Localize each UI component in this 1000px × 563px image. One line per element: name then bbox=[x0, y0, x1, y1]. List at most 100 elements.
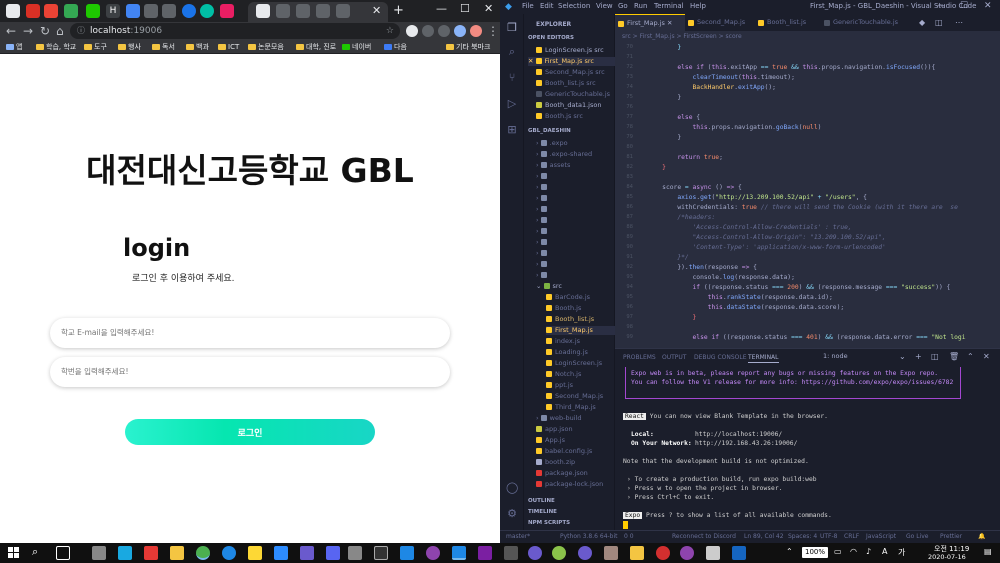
tab-favicon-icon[interactable] bbox=[44, 4, 58, 18]
tab-debug-console[interactable]: DEBUG CONSOLE bbox=[694, 354, 747, 361]
app-icon[interactable] bbox=[400, 546, 414, 560]
search-icon[interactable]: ⌕ bbox=[506, 46, 518, 58]
tab-output[interactable]: OUTPUT bbox=[662, 354, 686, 361]
address-bar[interactable]: ⓘ localhost:19006 ☆ bbox=[70, 23, 400, 39]
python-status[interactable]: Python 3.8.6 64-bit bbox=[560, 533, 618, 540]
app-icon[interactable] bbox=[300, 546, 314, 560]
src-file[interactable]: Notch.js bbox=[546, 370, 581, 379]
tab-favicon-icon[interactable] bbox=[316, 4, 330, 18]
menu-run[interactable]: Run bbox=[634, 2, 647, 10]
tab-favicon-icon[interactable] bbox=[162, 4, 176, 18]
open-editor-item[interactable]: GenericTouchable.js bbox=[536, 90, 610, 99]
app-icon[interactable] bbox=[552, 546, 566, 560]
folder-item[interactable]: › .expo bbox=[536, 139, 568, 148]
new-tab-icon[interactable]: + bbox=[393, 3, 404, 18]
tab-favicon-icon[interactable] bbox=[256, 4, 270, 18]
discord-icon[interactable] bbox=[326, 546, 340, 560]
menu-edit[interactable]: Edit bbox=[540, 2, 554, 10]
folder-item[interactable]: › bbox=[536, 260, 550, 269]
bookmark-item[interactable]: 행사 bbox=[118, 41, 141, 53]
tab-favicon-icon[interactable] bbox=[336, 4, 350, 18]
tab-generic-touchable[interactable]: GenericTouchable.js bbox=[821, 14, 911, 31]
explorer-icon[interactable]: ❐ bbox=[506, 22, 518, 34]
tab-favicon-icon[interactable] bbox=[144, 4, 158, 18]
root-file[interactable]: app.json bbox=[536, 425, 573, 434]
compare-icon[interactable]: ◆ bbox=[919, 18, 925, 27]
menu-file[interactable]: File bbox=[522, 2, 534, 10]
chevron-down-icon[interactable]: ⌄ bbox=[899, 352, 906, 361]
maximize-icon[interactable]: ☐ bbox=[460, 2, 470, 15]
settings-gear-icon[interactable]: ⚙ bbox=[506, 508, 518, 520]
prettier-status[interactable]: Prettier bbox=[940, 533, 962, 540]
tab-favicon-icon[interactable] bbox=[220, 4, 234, 18]
open-editor-item[interactable]: Booth_list.js src bbox=[536, 79, 596, 88]
account-icon[interactable]: ◯ bbox=[506, 482, 518, 494]
root-file[interactable]: babel.config.js bbox=[536, 447, 592, 456]
root-file[interactable]: package-lock.json bbox=[536, 480, 603, 489]
more-actions-icon[interactable]: ⋯ bbox=[955, 18, 963, 27]
tab-booth-list[interactable]: Booth_list.js bbox=[755, 14, 821, 31]
ime-icon[interactable]: 가 bbox=[898, 547, 905, 558]
root-file[interactable]: App.js bbox=[536, 436, 565, 445]
close-window-icon[interactable]: ✕ bbox=[984, 1, 992, 11]
folder-item[interactable]: › assets bbox=[536, 161, 570, 170]
src-file[interactable]: ppt.js bbox=[546, 381, 573, 390]
app-icon[interactable] bbox=[118, 546, 132, 560]
bookmark-item[interactable]: 백과 bbox=[186, 41, 209, 53]
bookmark-item[interactable]: 도구 bbox=[84, 41, 107, 53]
split-editor-icon[interactable]: ◫ bbox=[935, 18, 943, 27]
root-file[interactable]: booth.zip bbox=[536, 458, 575, 467]
bookmark-item[interactable]: 기타 북마크 bbox=[446, 41, 490, 53]
app-icon[interactable] bbox=[630, 546, 644, 560]
tab-favicon-icon[interactable] bbox=[200, 4, 214, 18]
timeline-header[interactable]: TIMELINE bbox=[528, 509, 557, 515]
folder-item[interactable]: › bbox=[536, 216, 550, 225]
extension-icon[interactable] bbox=[422, 25, 434, 37]
maximize-panel-icon[interactable]: ⌃ bbox=[967, 352, 974, 361]
forward-icon[interactable]: → bbox=[23, 24, 33, 38]
outline-header[interactable]: OUTLINE bbox=[528, 498, 555, 504]
folder-item[interactable]: › bbox=[536, 172, 550, 181]
src-file[interactable]: index.js bbox=[546, 337, 580, 346]
open-editor-item[interactable]: ✕ First_Map.js src bbox=[528, 57, 615, 66]
app-icon[interactable] bbox=[348, 546, 362, 560]
cursor-position[interactable]: Ln 89, Col 42 bbox=[744, 533, 784, 540]
student-id-field[interactable] bbox=[50, 357, 450, 387]
source-control-icon[interactable]: ⑂ bbox=[506, 72, 518, 84]
minimize-icon[interactable]: — bbox=[936, 1, 945, 11]
folder-item[interactable]: › .expo-shared bbox=[536, 150, 592, 159]
menu-view[interactable]: View bbox=[596, 2, 613, 10]
maximize-icon[interactable]: ☐ bbox=[960, 1, 968, 11]
terminal-icon[interactable] bbox=[374, 546, 388, 560]
wifi-icon[interactable]: ◠ bbox=[850, 547, 857, 556]
task-view-icon[interactable] bbox=[56, 546, 70, 560]
app-icon[interactable] bbox=[528, 546, 542, 560]
app-icon[interactable] bbox=[578, 546, 592, 560]
src-file[interactable]: Booth_list.js bbox=[546, 315, 594, 324]
tab-favicon-icon[interactable] bbox=[276, 4, 290, 18]
tab-favicon-icon[interactable]: H bbox=[106, 4, 120, 18]
src-file[interactable]: BarCode.js bbox=[546, 293, 590, 302]
src-file[interactable]: Third_Map.js bbox=[546, 403, 596, 412]
extensions-icon[interactable]: ⊞ bbox=[506, 124, 518, 136]
app-icon[interactable] bbox=[504, 546, 518, 560]
info-icon[interactable]: ⓘ bbox=[77, 23, 85, 39]
menu-terminal[interactable]: Terminal bbox=[654, 2, 684, 10]
npm-scripts-header[interactable]: NPM SCRIPTS bbox=[528, 520, 570, 526]
folder-src[interactable]: ⌄ src bbox=[536, 282, 562, 291]
app-icon[interactable] bbox=[656, 546, 670, 560]
home-icon[interactable]: ⌂ bbox=[56, 24, 64, 38]
language-status[interactable]: JavaScript bbox=[866, 533, 896, 540]
bookmark-item[interactable]: 앱 bbox=[6, 41, 22, 53]
login-button[interactable]: 로그인 bbox=[125, 419, 375, 445]
branch-status[interactable]: master* bbox=[506, 533, 530, 540]
open-editor-item[interactable]: LoginScreen.js src bbox=[536, 46, 604, 55]
volume-icon[interactable]: ♪ bbox=[866, 547, 871, 556]
run-debug-icon[interactable]: ▷ bbox=[506, 98, 518, 110]
src-file[interactable]: LoginScreen.js bbox=[546, 359, 602, 368]
folder-item[interactable]: › bbox=[536, 249, 550, 258]
discord-status[interactable]: Reconnect to Discord bbox=[672, 533, 736, 540]
indent-status[interactable]: Spaces: 4 bbox=[788, 533, 817, 540]
tab-second-map[interactable]: Second_Map.js bbox=[685, 14, 755, 31]
open-editor-item[interactable]: Second_Map.js src bbox=[536, 68, 605, 77]
